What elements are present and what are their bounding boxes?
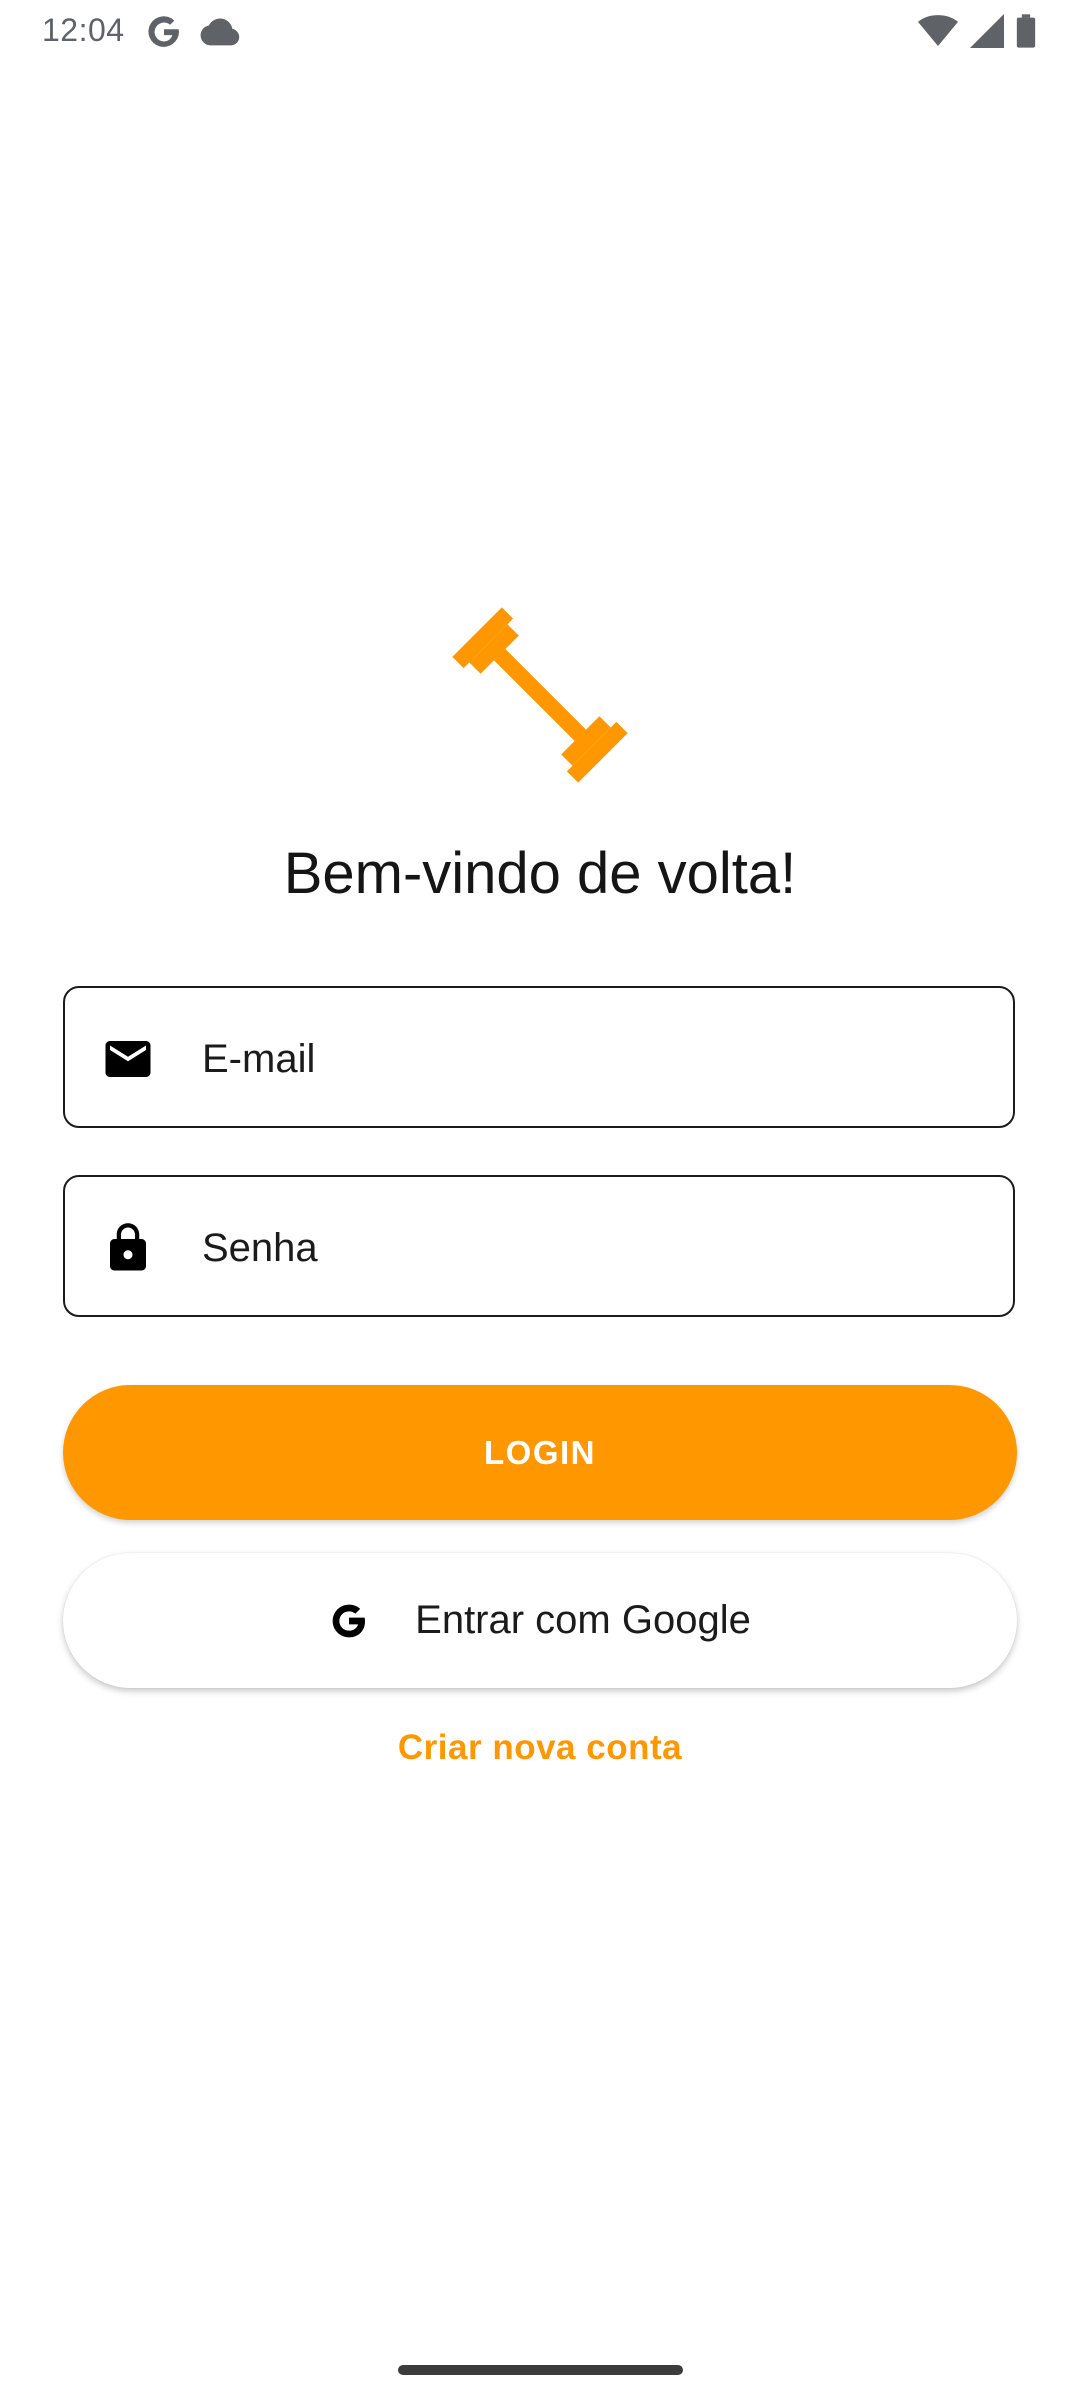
- wifi-icon: [918, 15, 958, 46]
- google-sign-in-button[interactable]: Entrar com Google: [63, 1553, 1017, 1688]
- home-indicator[interactable]: [398, 2365, 683, 2375]
- google-g-icon: [148, 16, 179, 47]
- mail-icon: [105, 1041, 151, 1077]
- status-left-icons: [146, 14, 240, 50]
- cloud-icon: [200, 18, 240, 46]
- page-title: Bem-vindo de volta!: [283, 841, 797, 906]
- lock-icon: [110, 1223, 146, 1271]
- dumbbell-icon: [452, 607, 628, 783]
- battery-icon: [1016, 14, 1036, 48]
- status-bar: 12:04: [0, 0, 1080, 60]
- signal-icon: [970, 14, 1004, 48]
- email-field[interactable]: E-mail: [63, 986, 1015, 1128]
- email-placeholder: E-mail: [202, 1037, 316, 1081]
- google-g-icon: [332, 1604, 366, 1637]
- login-button[interactable]: LOGIN: [63, 1385, 1017, 1520]
- password-placeholder: Senha: [202, 1226, 318, 1270]
- login-button-label: LOGIN: [484, 1433, 596, 1471]
- status-time: 12:04: [42, 12, 125, 48]
- status-right-icons: [918, 14, 1036, 48]
- create-account-link[interactable]: Criar nova conta: [0, 1728, 1080, 1768]
- password-field[interactable]: Senha: [63, 1175, 1015, 1317]
- google-button-label: Entrar com Google: [415, 1598, 751, 1642]
